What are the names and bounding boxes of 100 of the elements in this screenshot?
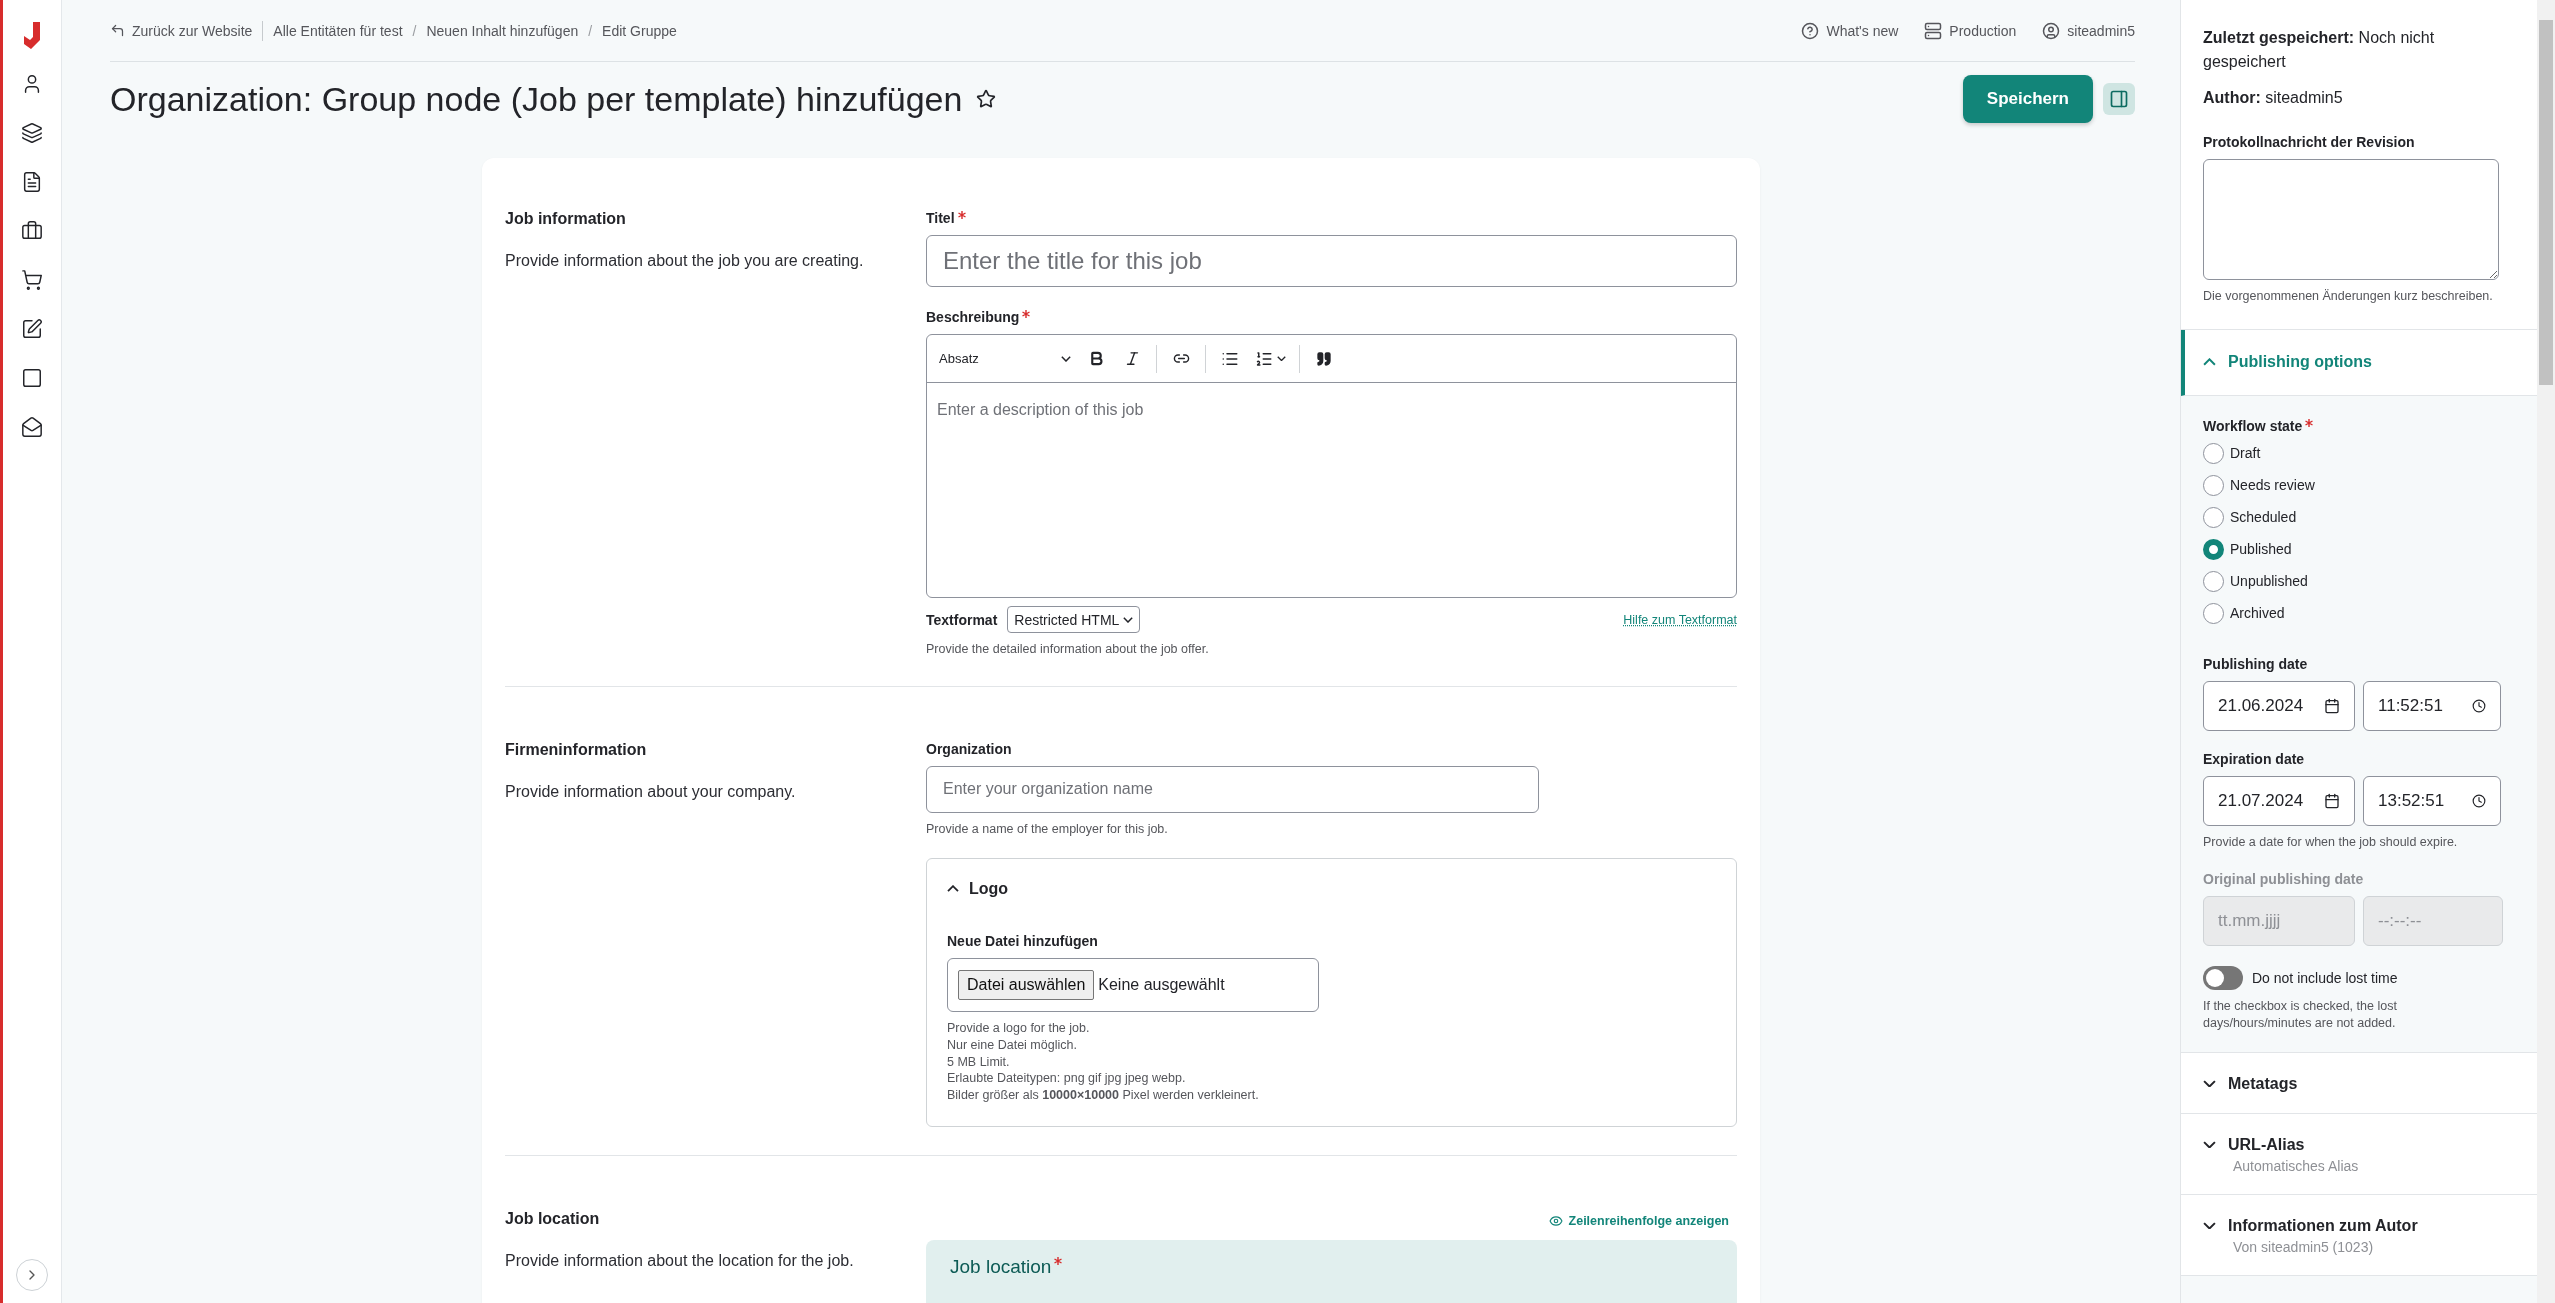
workflow-radio-option[interactable]: Published <box>2203 538 2517 560</box>
file-status: Keine ausgewählt <box>1098 975 1225 994</box>
field-label: Neue Datei hinzufügen <box>947 932 1099 949</box>
eye-icon <box>1548 1214 1563 1229</box>
field-help: Provide a name of the employer for this job. <box>926 820 1169 838</box>
section-description: Provide information about your company. <box>505 782 797 801</box>
breadcrumb-link[interactable]: Neuen Inhalt hinzufügen <box>426 22 579 39</box>
chevron-down-icon <box>1277 355 1286 362</box>
toolbar-link[interactable]: Production <box>1924 21 2017 40</box>
date-input[interactable]: 21.07.2024 <box>2203 775 2355 826</box>
accordion-summary: Von siteadmin5 (1023) <box>2232 1238 2375 1255</box>
workflow-radio-option[interactable]: Needs review <box>2203 474 2517 496</box>
field-label: Workflow state <box>2203 417 2517 434</box>
star-icon[interactable] <box>976 89 997 109</box>
date-input[interactable]: 21.06.2024 <box>2203 680 2355 731</box>
back-to-website-link[interactable]: Zurück zur Website <box>110 22 253 39</box>
field-label: Beschreibung <box>926 309 1737 325</box>
accordion-toggle[interactable]: Metatags <box>2203 1074 2298 1093</box>
field-help: 5 MB Limit. <box>947 1053 1011 1071</box>
workflow-radio-option[interactable]: Archived <box>2203 602 2517 624</box>
chevron-down-icon <box>2203 1221 2216 1230</box>
page-title: Organization: Group node (Job per template) hinzufügen <box>110 79 963 119</box>
time-input[interactable]: 11:52:51 <box>2363 680 2501 731</box>
accordion-summary: Automatisches Alias <box>2232 1157 2360 1174</box>
workflow-radio-option[interactable]: Unpublished <box>2203 570 2517 592</box>
required-icon <box>957 211 966 219</box>
field-help: Erlaubte Dateitypen: png gif jpg jpeg webp. <box>947 1070 1187 1088</box>
radio-icon[interactable] <box>2203 538 2224 560</box>
field-help: Nur eine Datei möglich. <box>947 1036 1078 1054</box>
calendar-icon <box>2324 697 2340 714</box>
breadcrumb-link[interactable]: Edit Gruppe <box>602 22 677 39</box>
field-label: Organization <box>926 740 1013 757</box>
field-label: Protokollnachricht der Revision <box>2203 134 2416 150</box>
server-icon <box>1924 21 1943 40</box>
quote-icon <box>1316 350 1332 367</box>
rich-text-editor[interactable]: Absatz Enter a description of this job <box>926 334 1737 598</box>
required-icon <box>1054 1257 1063 1266</box>
field-help: Die vorgenommenen Änderungen kurz beschreiben. <box>2203 288 2494 305</box>
calendar-icon <box>2324 792 2340 809</box>
chevron-down-icon <box>2203 1079 2216 1088</box>
accordion-toggle[interactable]: URL-Alias <box>2203 1135 2305 1154</box>
radio-icon[interactable] <box>2203 506 2224 528</box>
radio-icon[interactable] <box>2203 570 2224 592</box>
author-text: Author: siteadmin5 <box>2203 88 2344 108</box>
field-help: Provide a date for when the job should expire. <box>2203 833 2459 851</box>
title-input[interactable]: Enter the title for this job <box>926 235 1737 287</box>
field-label: Original publishing date <box>2203 870 2365 887</box>
show-row-order-link[interactable]: Zeilenreihenfolge anzeigen <box>1548 1214 1729 1229</box>
chevron-up-icon <box>2203 358 2216 367</box>
toolbar-link[interactable]: siteadmin5 <box>2042 21 2135 40</box>
toggle-label: Do not include lost time <box>2252 969 2398 986</box>
chevron-down-icon <box>1123 616 1134 623</box>
field-label: Publishing date <box>2203 655 2309 672</box>
section-description: Provide information about the job you are creating. <box>505 252 865 270</box>
breadcrumb-separator: / <box>588 22 593 39</box>
chevron-up-icon <box>947 885 959 893</box>
last-saved-text: Zuletzt gespeichert: Noch nicht gespeichert <box>2203 28 2436 72</box>
textformat-help-link[interactable]: Hilfe zum Textformat <box>1623 612 1737 627</box>
field-help: Provide the detailed information about the job offer. <box>926 641 1210 658</box>
publishing-options-toggle[interactable]: Publishing options <box>2181 329 2537 396</box>
panel-title: Job location <box>950 1256 1713 1279</box>
user-icon <box>2042 21 2061 40</box>
radio-icon[interactable] <box>2203 602 2224 624</box>
section-title: Job location <box>505 1210 601 1229</box>
section-title: Firmeninformation <box>505 740 648 759</box>
sidebar-toggle-button[interactable] <box>2103 83 2135 115</box>
breadcrumb-link[interactable]: Alle Entitäten für test <box>273 22 403 39</box>
clock-icon <box>2472 698 2486 713</box>
organization-input[interactable]: Enter your organization name <box>926 765 1539 813</box>
required-icon <box>1022 310 1031 318</box>
help-icon <box>1801 21 1820 40</box>
time-input[interactable]: 13:52:51 <box>2363 775 2501 826</box>
radio-icon[interactable] <box>2203 474 2224 496</box>
chevron-down-icon <box>1061 355 1071 362</box>
paragraph-format-dropdown[interactable]: Absatz <box>935 342 1075 375</box>
file-input[interactable]: Datei auswählen Keine ausgewählt <box>947 957 1319 1012</box>
breadcrumb-separator: / <box>412 22 417 39</box>
save-button[interactable]: Speichern <box>1962 75 2093 123</box>
workflow-radio-option[interactable]: Scheduled <box>2203 506 2517 528</box>
section-description: Provide information about the location for the job. <box>505 1252 855 1271</box>
logo-icon[interactable] <box>22 22 42 50</box>
radio-icon[interactable] <box>2203 442 2224 464</box>
revision-message-field[interactable] <box>2203 159 2499 280</box>
field-help: If the checkbox is checked, the lost days/hours/minutes are not added. <box>2203 997 2398 1032</box>
textformat-select[interactable]: Restricted HTML <box>1007 606 1141 633</box>
logo-toggle[interactable]: Logo <box>947 858 1009 919</box>
accordion-toggle[interactable]: Informationen zum Autor <box>2203 1216 2418 1235</box>
toggle-switch[interactable] <box>2203 965 2243 990</box>
section-title: Job information <box>505 210 627 228</box>
numbered-list-icon <box>1255 349 1273 368</box>
toolbar-link[interactable]: What's new <box>1801 21 1899 40</box>
field-help: Bilder größer als 10000×10000 Pixel werden verkleinert. <box>947 1087 1260 1105</box>
choose-file-button[interactable]: Datei auswählen <box>958 969 1095 1000</box>
required-icon <box>2305 418 2314 427</box>
side-panel-icon <box>2109 89 2129 109</box>
chevron-down-icon <box>2203 1140 2216 1149</box>
field-label: Expiration date <box>2203 750 2306 767</box>
scrollbar[interactable] <box>2537 0 2555 1303</box>
field-help: Provide a logo for the job. <box>947 1019 1091 1037</box>
workflow-radio-option[interactable]: Draft <box>2203 442 2517 464</box>
